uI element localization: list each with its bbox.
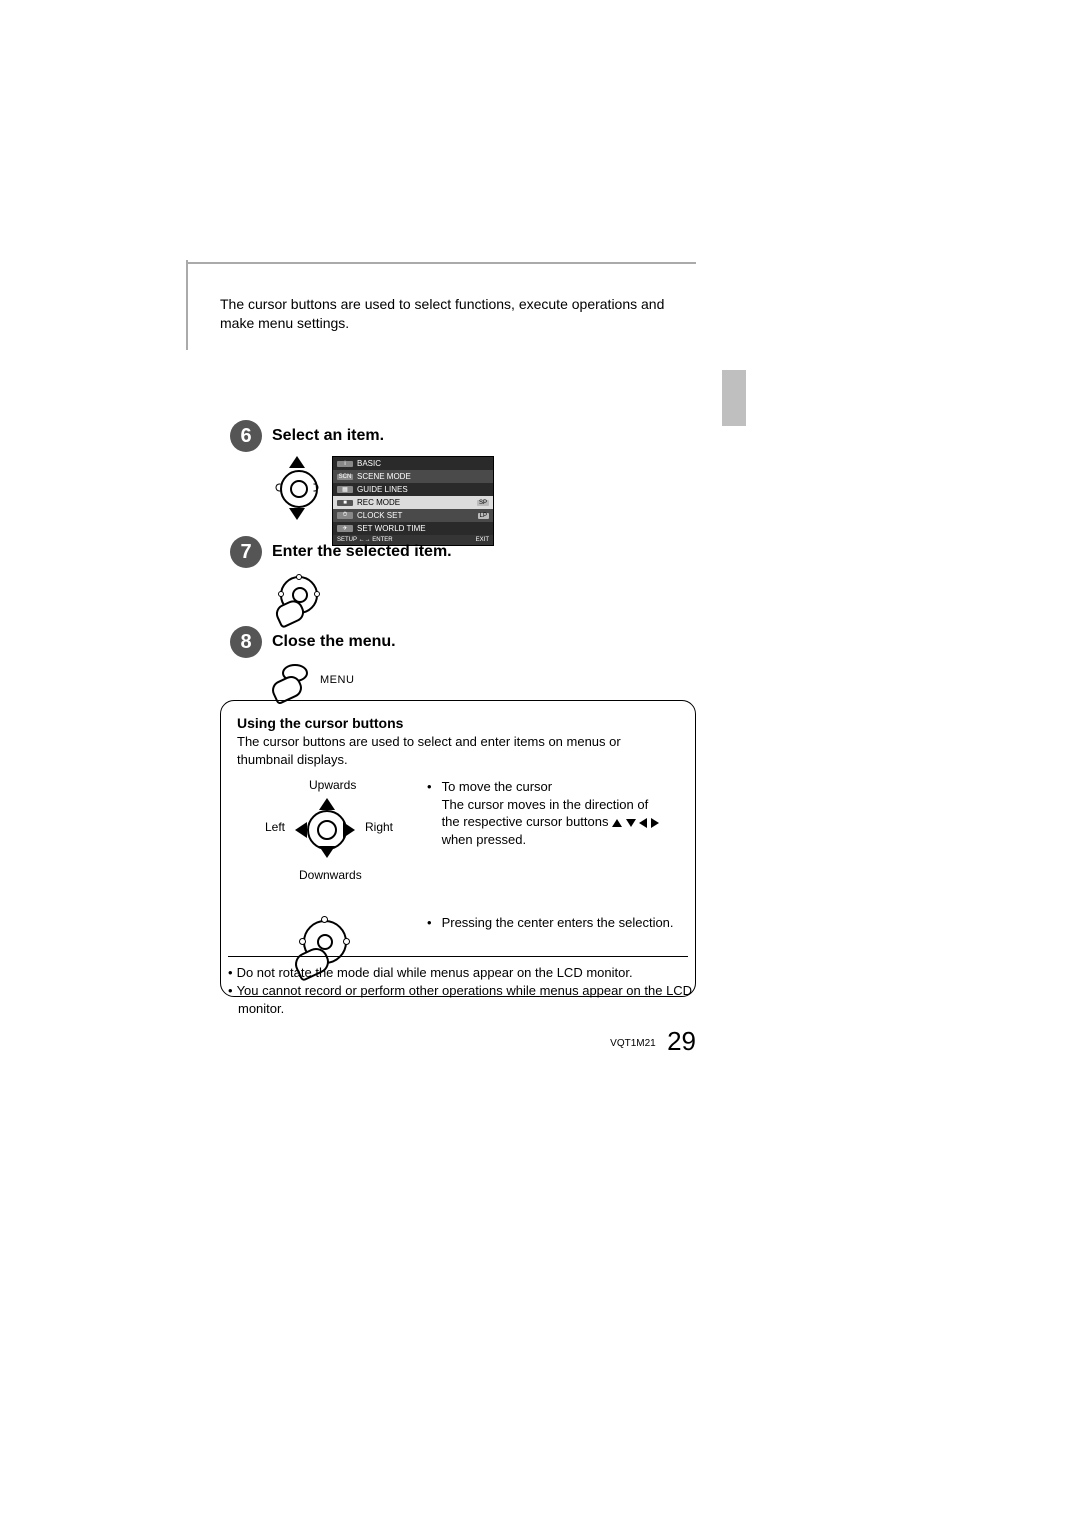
dpad-label-right: Right bbox=[365, 820, 393, 834]
box-bullet-move: To move the cursor The cursor moves in t… bbox=[427, 778, 679, 848]
box-lead: The cursor buttons are used to select an… bbox=[237, 733, 679, 768]
arrow-glyphs bbox=[612, 814, 659, 829]
b1-line2a: the respective cursor buttons bbox=[442, 814, 613, 829]
arrow-down-icon bbox=[626, 813, 636, 831]
dpad-label-down: Downwards bbox=[299, 868, 362, 882]
intro-paragraph: The cursor buttons are used to select fu… bbox=[220, 295, 690, 333]
osd-row-world: SET WORLD TIME bbox=[357, 524, 426, 533]
osd-lp-val: LP bbox=[478, 513, 489, 519]
b1-line1: The cursor moves in the direction of bbox=[442, 797, 649, 812]
arrow-left-icon bbox=[639, 813, 647, 831]
press-menu-icon bbox=[274, 662, 310, 698]
b1-line3: when pressed. bbox=[442, 832, 527, 847]
step-title: Enter the selected item. bbox=[272, 543, 452, 561]
box-bullet-center: Pressing the center enters the selection… bbox=[427, 914, 679, 932]
bullet-icon bbox=[427, 778, 436, 848]
step-8: 8 Close the menu. MENU bbox=[230, 626, 396, 698]
separator-rule bbox=[228, 956, 688, 957]
section-thumb-tab bbox=[722, 370, 746, 426]
step-7: 7 Enter the selected item. bbox=[230, 536, 452, 620]
osd-rec-val: SP bbox=[477, 500, 489, 506]
page-number: 29 bbox=[667, 1026, 696, 1056]
osd-row-scene: SCENE MODE bbox=[357, 472, 411, 481]
b1-head: To move the cursor bbox=[442, 779, 553, 794]
dpad-label-up: Upwards bbox=[309, 778, 356, 792]
step-number-badge: 7 bbox=[230, 536, 262, 568]
footnotes: Do not rotate the mode dial while menus … bbox=[228, 964, 698, 1019]
osd-row-clock: CLOCK SET bbox=[357, 511, 402, 520]
cursor-pad-up-down-icon bbox=[274, 456, 320, 520]
onscreen-menu-illustration: iBASIC SCNSCENE MODE ▦GUIDE LINES ■REC M… bbox=[332, 456, 494, 546]
box-heading: Using the cursor buttons bbox=[237, 715, 679, 731]
cursor-buttons-box: Using the cursor buttons The cursor butt… bbox=[220, 700, 696, 997]
step-title: Select an item. bbox=[272, 427, 384, 445]
arrow-right-icon bbox=[651, 813, 659, 831]
b2-text: Pressing the center enters the selection… bbox=[442, 914, 674, 932]
page-footer: VQT1M21 29 bbox=[0, 1026, 696, 1057]
osd-row-basic: BASIC bbox=[357, 459, 381, 468]
arrow-up-icon bbox=[612, 813, 622, 831]
header-rule-horizontal bbox=[186, 262, 696, 264]
step-number-badge: 6 bbox=[230, 420, 262, 452]
bullet-icon bbox=[427, 914, 436, 932]
note-1: Do not rotate the mode dial while menus … bbox=[228, 964, 698, 982]
note-2: You cannot record or perform other opera… bbox=[228, 982, 698, 1018]
dpad-diagram: Upwards Left Right Downwards bbox=[237, 778, 417, 888]
manual-page: The cursor buttons are used to select fu… bbox=[0, 0, 1080, 1528]
header-rule-vertical bbox=[186, 260, 188, 350]
dpad-label-left: Left bbox=[265, 820, 285, 834]
step-6: 6 Select an item. iBASIC SCNSCENE MODE ▦… bbox=[230, 420, 494, 546]
menu-button-label: MENU bbox=[320, 674, 354, 686]
step-title: Close the menu. bbox=[272, 633, 396, 651]
osd-foot-right: EXIT bbox=[476, 537, 489, 543]
osd-row-rec: REC MODE bbox=[357, 498, 400, 507]
step-number-badge: 8 bbox=[230, 626, 262, 658]
osd-row-guide: GUIDE LINES bbox=[357, 485, 408, 494]
press-center-icon bbox=[274, 574, 322, 620]
doc-code: VQT1M21 bbox=[610, 1038, 656, 1049]
